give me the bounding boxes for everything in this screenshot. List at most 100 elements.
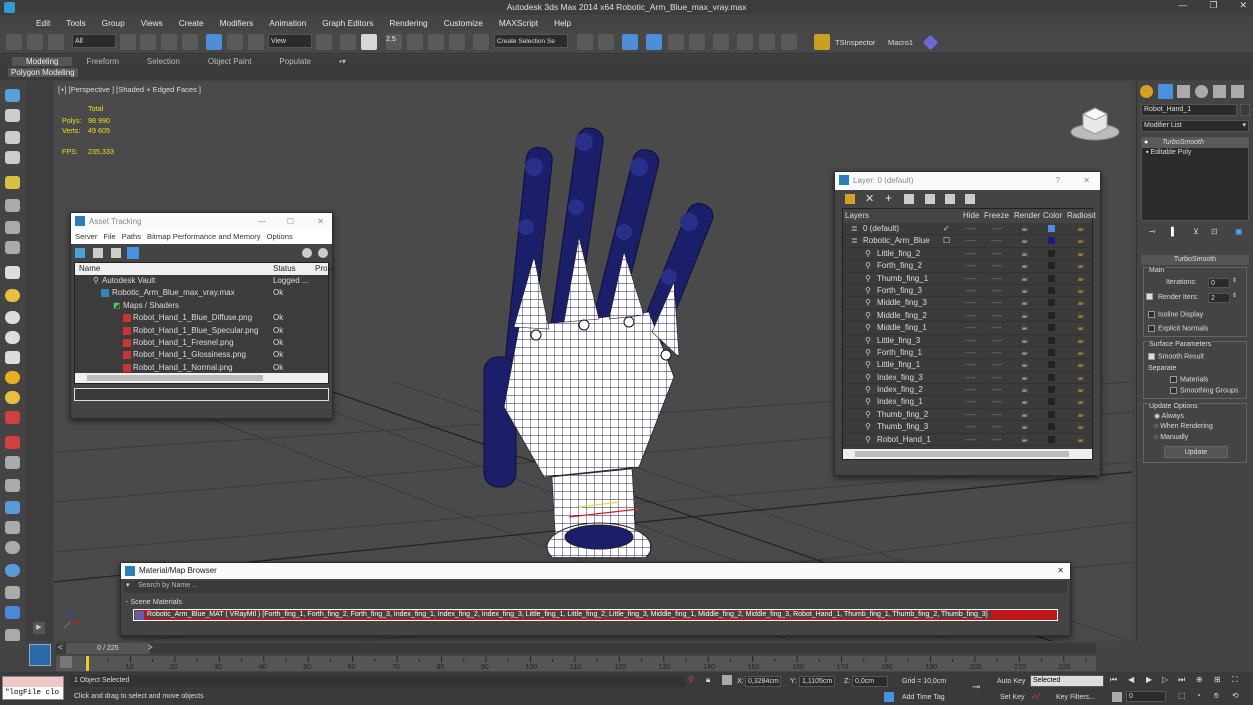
freeze-toggle[interactable]: ---- (991, 223, 1002, 235)
material-entry[interactable]: Robotic_Arm_Blue_MAT ( VRayMtl ) [Forth_… (133, 609, 1058, 621)
minimize-icon[interactable]: — (258, 213, 266, 230)
zoom-icon[interactable]: ⊕ (1196, 675, 1203, 684)
macro-label[interactable]: Macro1 (888, 38, 913, 47)
grid-icon[interactable] (5, 479, 20, 492)
layer-row[interactable]: ⚲ Middle_fing_1 ---- ---- ☕︎ ☕︎ (843, 322, 1092, 335)
table-row[interactable]: Robot_Hand_1_Blue_Specular.png Ok (75, 325, 328, 337)
layer-color-swatch[interactable] (1048, 348, 1055, 356)
scale-icon[interactable] (248, 34, 264, 50)
radiosity-icon[interactable]: ☕︎ (1077, 310, 1084, 322)
hide-toggle[interactable]: ---- (965, 335, 976, 347)
table-row[interactable]: Robotic_Arm_Blue_max_vray.max Ok (75, 287, 328, 299)
keyboard-shortcut-icon[interactable] (361, 34, 377, 50)
reference-coordinate-select[interactable]: View (268, 34, 312, 48)
hide-toggle[interactable]: ---- (965, 347, 976, 359)
select-by-name-icon[interactable] (140, 34, 156, 50)
layer-row[interactable]: ⚲ Forth_fing_1 ---- ---- ☕︎ ☕︎ (843, 347, 1092, 360)
freeze-toggle[interactable]: ---- (991, 235, 1002, 247)
manipulate-icon[interactable] (340, 34, 356, 50)
thumbnail-view-icon[interactable] (111, 248, 121, 258)
mirror-icon[interactable] (577, 34, 593, 50)
next-frame-icon[interactable]: > (148, 643, 153, 652)
angle-snap-icon[interactable] (407, 34, 423, 50)
absolute-mode-icon[interactable] (722, 675, 732, 685)
menu-create[interactable]: Create (171, 18, 212, 28)
radiosity-icon[interactable]: ☕︎ (1077, 347, 1084, 359)
pan-icon[interactable]: ⬚ (1178, 691, 1186, 700)
hide-toggle[interactable]: ---- (965, 285, 976, 297)
refresh-icon[interactable] (75, 248, 85, 258)
render-icon[interactable] (781, 34, 797, 50)
align-icon[interactable] (598, 34, 614, 50)
x-coordinate-field[interactable]: 0,3284cm (745, 676, 781, 687)
menu-animation[interactable]: Animation (261, 18, 314, 28)
macro-diamond-icon[interactable] (922, 34, 939, 51)
column-name[interactable]: Name (79, 263, 100, 275)
close-icon[interactable]: ✕ (1057, 563, 1064, 579)
freeze-toggle[interactable]: ---- (991, 384, 1002, 396)
go-to-start-icon[interactable]: ⏮︎ (1110, 675, 1117, 685)
maximize-icon[interactable]: ❐ (1209, 0, 1217, 11)
named-selection-select[interactable]: Create Selection Se (494, 34, 568, 48)
y-coordinate-field[interactable]: 1,1105cm (799, 676, 835, 687)
layer-row[interactable]: ⚲ Robot_Hand_1 ---- ---- ☕︎ ☕︎ (843, 434, 1092, 447)
layer-color-swatch[interactable] (1048, 398, 1055, 406)
paint-icon[interactable] (5, 411, 20, 424)
hide-toggle[interactable]: ---- (965, 434, 976, 446)
menu-tools[interactable]: Tools (58, 18, 93, 28)
tsinspector-label[interactable]: TSInspector (835, 38, 875, 47)
move-icon[interactable] (206, 34, 222, 50)
hide-toggle[interactable]: ---- (965, 384, 976, 396)
layer-row[interactable]: ⚲ Index_fing_2 ---- ---- ☕︎ ☕︎ (843, 384, 1092, 397)
add-time-tag-label[interactable]: Add Time Tag (902, 694, 945, 701)
render-teapot-icon[interactable]: ☕︎ (1021, 322, 1028, 334)
table-row[interactable]: Robot_Hand_1_Fresnel.png Ok (75, 337, 328, 349)
search-input[interactable]: Search by Name ... (138, 582, 198, 589)
radiosity-icon[interactable]: ☕︎ (1077, 235, 1084, 247)
table-icon[interactable] (5, 151, 20, 164)
freeze-toggle[interactable]: ---- (991, 260, 1002, 272)
set-current-icon[interactable]: ☐ (943, 235, 950, 247)
help-button[interactable]: ? (1056, 172, 1060, 190)
unlink-icon[interactable] (27, 34, 43, 50)
tsinspector-icon[interactable] (814, 34, 830, 50)
isoline-checkbox[interactable]: Isoline Display (1148, 311, 1203, 318)
render-teapot-icon[interactable]: ☕︎ (1021, 273, 1028, 285)
stack-item-turbosmooth[interactable]: ● TurboSmooth (1142, 138, 1248, 148)
column-color[interactable]: Color (1043, 209, 1062, 223)
render-teapot-icon[interactable]: ☕︎ (1021, 372, 1028, 384)
pin-stack-icon[interactable]: ⊸ (1149, 227, 1156, 236)
help-icon[interactable] (302, 248, 312, 258)
freeze-toggle[interactable]: ---- (991, 310, 1002, 322)
make-unique-icon[interactable]: ⊻ (1193, 227, 1199, 236)
column-hide[interactable]: Hide (963, 209, 979, 223)
render-teapot-icon[interactable]: ☕︎ (1021, 421, 1028, 433)
z-coordinate-field[interactable]: 0,0cm (852, 676, 888, 687)
tab-modeling[interactable]: Modeling (12, 56, 73, 66)
freeze-toggle[interactable]: ---- (991, 396, 1002, 408)
tab-object-paint[interactable]: Object Paint (194, 57, 266, 66)
settings-icon[interactable] (318, 248, 328, 258)
schematic-view-icon[interactable] (689, 34, 705, 50)
scrollbar-thumb[interactable] (855, 451, 1069, 457)
layer-color-swatch[interactable] (1048, 386, 1055, 394)
freeze-toggle[interactable]: ---- (991, 273, 1002, 285)
ribbon-options-icon[interactable]: ▪▾ (325, 57, 360, 66)
materials-checkbox[interactable]: Materials (1170, 376, 1208, 383)
freeze-toggle[interactable]: ---- (991, 434, 1002, 446)
polygon-modeling-label[interactable]: Polygon Modeling (8, 68, 78, 77)
viewport-layout-icon[interactable] (29, 644, 51, 666)
radiosity-icon[interactable]: ☕︎ (1077, 248, 1084, 260)
radiosity-icon[interactable]: ☕︎ (1077, 335, 1084, 347)
set-key-icon[interactable]: ✓⁄ (1031, 692, 1039, 701)
radiosity-icon[interactable]: ☕︎ (1077, 285, 1084, 297)
image-icon[interactable] (5, 109, 20, 122)
orbit-icon[interactable]: ◔ (1196, 691, 1201, 700)
smooth-result-checkbox[interactable]: Smooth Result (1148, 353, 1204, 360)
key-mode-icon[interactable] (1112, 692, 1122, 702)
freeze-toggle[interactable]: ---- (991, 347, 1002, 359)
menu-server[interactable]: Server (75, 230, 97, 244)
tab-selection[interactable]: Selection (133, 57, 194, 66)
explicit-normals-checkbox[interactable]: Explicit Normals (1148, 325, 1208, 332)
hand-icon[interactable]: ✋︎ (1214, 691, 1219, 701)
